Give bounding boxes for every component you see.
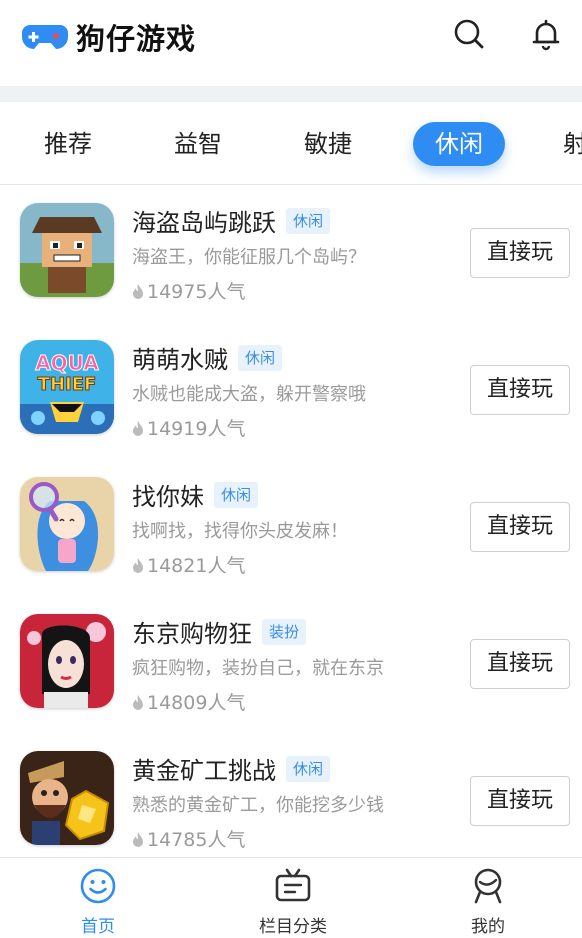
game-thumbnail[interactable] (20, 477, 114, 571)
tab-recommend[interactable]: 推荐 (44, 122, 92, 166)
game-title-text[interactable]: 东京购物狂 (132, 614, 252, 649)
popularity-count: 14785人气 (147, 829, 246, 851)
game-description: 熟悉的黄金矿工，你能挖多少钱 (132, 795, 384, 816)
nav-profile[interactable]: 我的 (428, 866, 548, 937)
game-title[interactable]: 黄金矿工挑战 休闲 (132, 751, 331, 786)
aqua-logo-text: AQUA (35, 351, 99, 375)
tab-agility[interactable]: 敏捷 (304, 122, 352, 166)
game-item[interactable]: 海盗岛屿跳跃 休闲 海盗王，你能征服几个岛屿？ 14975人气 直接玩 (0, 185, 582, 322)
game-description: 疯狂购物，装扮自己，就在东京 (132, 658, 384, 679)
flame-icon (133, 420, 143, 436)
game-thumbnail[interactable] (20, 203, 114, 297)
bottom-nav: 首页 栏目分类 我的 (0, 857, 582, 938)
gold-miner-thumbnail-image (20, 751, 114, 845)
game-title-text[interactable]: 黄金矿工挑战 (132, 751, 276, 786)
tab-shooting[interactable]: 射 (563, 122, 582, 166)
flame-icon (133, 283, 143, 299)
search-icon[interactable] (451, 16, 487, 52)
flame-icon (133, 831, 143, 847)
game-item[interactable]: AQUA THIEF 萌萌水贼 休闲 水贼也能成大盗，躲开警察哦 14919人气… (0, 322, 582, 459)
game-tag: 装扮 (262, 618, 307, 645)
game-tag: 休闲 (214, 481, 259, 508)
play-button[interactable]: 直接玩 (470, 365, 570, 415)
play-button[interactable]: 直接玩 (470, 502, 570, 552)
game-popularity: 14785人气 (132, 825, 245, 852)
smiley-icon (80, 868, 116, 904)
game-thumbnail[interactable] (20, 751, 114, 845)
game-title[interactable]: 萌萌水贼 休闲 (132, 340, 283, 375)
game-item[interactable]: 东京购物狂 装扮 疯狂购物，装扮自己，就在东京 14809人气 直接玩 (0, 596, 582, 733)
popularity-count: 14809人气 (147, 692, 246, 714)
game-title[interactable]: 海盗岛屿跳跃 休闲 (132, 203, 331, 238)
app-title: 狗仔游戏 (76, 22, 197, 56)
popularity-count: 14975人气 (147, 281, 246, 303)
tokyo-shopping-thumbnail-image (20, 614, 114, 708)
tab-puzzle[interactable]: 益智 (174, 122, 222, 166)
game-title-text[interactable]: 海盗岛屿跳跃 (132, 203, 276, 238)
tab-casual[interactable]: 休闲 (413, 122, 505, 166)
game-thumbnail[interactable]: AQUA THIEF (20, 340, 114, 434)
aqua-thief-thumbnail-image: AQUA THIEF (20, 340, 114, 434)
play-button[interactable]: 直接玩 (470, 639, 570, 689)
bell-icon[interactable] (528, 16, 564, 52)
play-button[interactable]: 直接玩 (470, 776, 570, 826)
game-tag: 休闲 (286, 755, 331, 782)
game-tag: 休闲 (286, 207, 331, 234)
nav-category[interactable]: 栏目分类 (233, 866, 353, 937)
app-logo: 狗仔游戏 (22, 16, 196, 58)
game-title-text[interactable]: 找你妹 (132, 477, 204, 512)
app-header: 狗仔游戏 (0, 0, 582, 86)
nav-home[interactable]: 首页 (38, 866, 158, 937)
pirate-thumbnail-image (20, 203, 114, 297)
play-button[interactable]: 直接玩 (470, 228, 570, 278)
thief-logo-text: THIEF (38, 374, 97, 395)
category-icon (275, 868, 311, 902)
gamepad-icon (22, 25, 68, 49)
game-thumbnail[interactable] (20, 614, 114, 708)
game-title-text[interactable]: 萌萌水贼 (132, 340, 228, 375)
flame-icon (133, 557, 143, 573)
game-popularity: 14809人气 (132, 688, 245, 715)
user-icon (474, 868, 502, 904)
nav-home-label[interactable]: 首页 (38, 912, 158, 937)
game-description: 海盗王，你能征服几个岛屿？ (132, 247, 366, 268)
popularity-count: 14919人气 (147, 418, 246, 440)
category-tabs: 推荐 益智 敏捷 休闲 射 (0, 102, 582, 185)
game-title[interactable]: 东京购物狂 装扮 (132, 614, 307, 649)
flame-icon (133, 694, 143, 710)
game-description: 水贼也能成大盗，躲开警察哦 (132, 384, 366, 405)
game-popularity: 14919人气 (132, 414, 245, 441)
find-sister-thumbnail-image (20, 477, 114, 571)
nav-category-label[interactable]: 栏目分类 (233, 912, 353, 937)
nav-profile-label[interactable]: 我的 (428, 912, 548, 937)
game-item[interactable]: 黄金矿工挑战 休闲 熟悉的黄金矿工，你能挖多少钱 14785人气 直接玩 (0, 733, 582, 870)
game-tag: 休闲 (238, 344, 283, 371)
game-description: 找啊找，找得你头皮发麻！ (132, 521, 348, 542)
game-popularity: 14821人气 (132, 551, 245, 578)
header-divider (0, 86, 582, 102)
game-item[interactable]: 找你妹 休闲 找啊找，找得你头皮发麻！ 14821人气 直接玩 (0, 459, 582, 596)
popularity-count: 14821人气 (147, 555, 246, 577)
game-title[interactable]: 找你妹 休闲 (132, 477, 259, 512)
game-popularity: 14975人气 (132, 277, 245, 304)
